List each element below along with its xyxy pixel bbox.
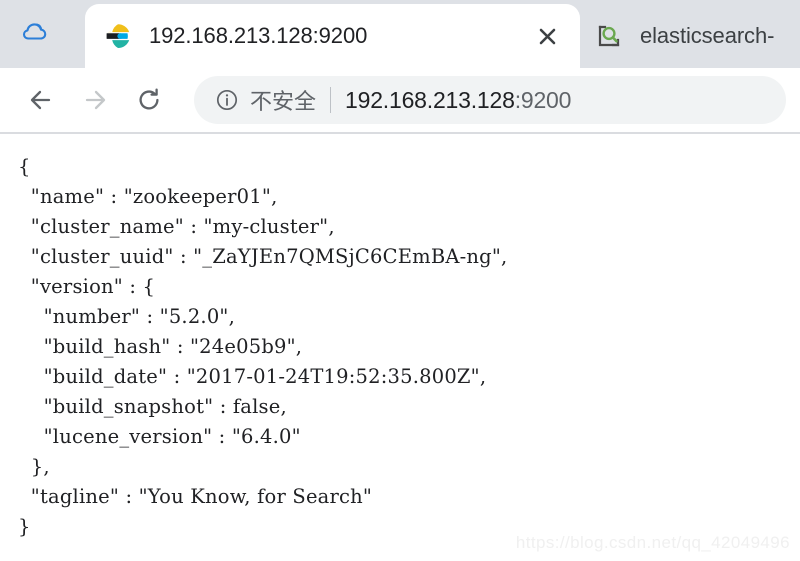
address-bar[interactable]: 不安全 192.168.213.128:9200	[194, 76, 786, 124]
elasticsearch-head-icon	[594, 21, 624, 51]
page-content: { "name" : "zookeeper01", "cluster_name"…	[0, 134, 800, 561]
tab-elasticsearch-node[interactable]: 192.168.213.128:9200	[85, 4, 580, 68]
security-status-label: 不安全	[250, 89, 317, 114]
elasticsearch-logo-icon	[103, 21, 133, 51]
close-icon[interactable]	[530, 19, 564, 53]
tab-title: 192.168.213.128:9200	[149, 23, 368, 48]
url-host: 192.168.213.128	[345, 86, 515, 113]
url-text: 192.168.213.128:9200	[345, 87, 571, 114]
browser-window: 192.168.213.128:9200 elasticsearch- 不安全 …	[0, 0, 800, 561]
tab-strip: 192.168.213.128:9200 elasticsearch-	[0, 0, 800, 68]
forward-button[interactable]	[72, 77, 118, 123]
watermark: https://blog.csdn.net/qq_42049496	[515, 533, 790, 552]
omnibox-divider	[330, 87, 332, 113]
json-response-body: { "name" : "zookeeper01", "cluster_name"…	[18, 155, 508, 538]
browser-toolbar: 不安全 192.168.213.128:9200	[0, 68, 800, 134]
cloud-icon	[20, 17, 50, 47]
tab-elasticsearch-head[interactable]: elasticsearch-	[580, 4, 784, 68]
tab-title: elasticsearch-	[640, 23, 775, 48]
sidebar-item-home-tab[interactable]	[0, 0, 85, 68]
reload-button[interactable]	[126, 77, 172, 123]
back-button[interactable]	[18, 77, 64, 123]
info-circle-icon[interactable]	[214, 87, 240, 113]
url-port: :9200	[514, 86, 572, 113]
